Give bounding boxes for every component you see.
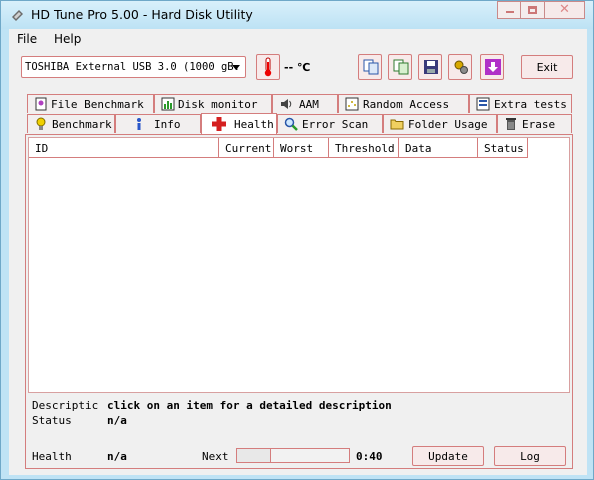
copy-all-icon [393, 59, 409, 75]
column-header-current[interactable]: Current [219, 138, 274, 158]
extra-tests-icon [476, 97, 490, 111]
tab-folder-usage[interactable]: Folder Usage [383, 114, 497, 133]
column-header-worst[interactable]: Worst [274, 138, 329, 158]
next-label: Next [202, 450, 229, 463]
tab-file-benchmark[interactable]: File Benchmark [27, 94, 154, 113]
copy-icon [363, 59, 379, 75]
app-window: HD Tune Pro 5.00 - Hard Disk Utility ✕ F… [0, 0, 594, 480]
download-button[interactable] [480, 54, 504, 80]
trash-icon [506, 118, 516, 130]
options-icon [454, 60, 468, 74]
status-label: Status [32, 414, 72, 427]
tab-label: Benchmark [52, 118, 112, 131]
log-button[interactable]: Log [494, 446, 566, 466]
drive-select-value: TOSHIBA External USB 3.0 (1000 gB. [25, 61, 240, 73]
update-button[interactable]: Update [412, 446, 484, 466]
smart-table[interactable]: ID Current Worst Threshold Data Status [28, 137, 570, 393]
tab-disk-monitor[interactable]: Disk monitor [154, 94, 272, 113]
tab-aam[interactable]: AAM [272, 94, 338, 113]
bulb-icon [36, 117, 46, 130]
maximize-button[interactable] [521, 1, 545, 19]
tab-label: AAM [299, 98, 319, 111]
tab-random-access[interactable]: Random Access [338, 94, 469, 113]
column-header-threshold[interactable]: Threshold [329, 138, 399, 158]
tab-benchmark[interactable]: Benchmark [27, 114, 115, 133]
tab-label: Info [154, 118, 181, 131]
column-header-id[interactable]: ID [29, 138, 219, 158]
tab-label: Folder Usage [408, 118, 488, 131]
tab-row-1: File Benchmark Disk monitor AAM Random A… [27, 94, 575, 113]
tab-extra-tests[interactable]: Extra tests [469, 94, 572, 113]
info-icon [137, 118, 141, 130]
countdown-timer: 0:40 [356, 450, 383, 463]
health-label: Health [32, 450, 72, 463]
exit-button[interactable]: Exit [521, 55, 573, 79]
description-label: Descriptic [32, 399, 99, 412]
menu-bar: File Help [9, 29, 587, 49]
column-header-data[interactable]: Data [399, 138, 478, 158]
next-update-progress-fill [237, 449, 271, 462]
minimize-icon [506, 11, 514, 13]
hdtune-app-icon [12, 10, 23, 21]
file-benchmark-icon [35, 97, 47, 111]
tab-label: Random Access [363, 98, 450, 111]
menu-file[interactable]: File [17, 32, 37, 46]
temperature-button[interactable] [256, 54, 280, 80]
description-text: click on an item for a detailed descript… [107, 399, 392, 412]
exit-button-label: Exit [536, 61, 558, 74]
download-icon [485, 59, 501, 75]
chevron-down-icon [232, 65, 240, 70]
temperature-readout: -- ℃ [284, 61, 311, 74]
tab-row-2: Benchmark Info Health Error Scan Folder … [27, 113, 575, 134]
folder-icon [390, 119, 404, 130]
magnifier-icon [284, 117, 298, 131]
tab-label: Erase [522, 118, 556, 131]
tab-label: Error Scan [302, 118, 369, 131]
copy-button[interactable] [358, 54, 382, 80]
thermometer-icon [264, 57, 272, 77]
minimize-button[interactable] [497, 1, 521, 19]
maximize-icon [528, 6, 537, 14]
next-update-progress [236, 448, 350, 463]
drive-select[interactable]: TOSHIBA External USB 3.0 (1000 gB. [21, 56, 246, 78]
close-icon: ✕ [559, 2, 570, 17]
copy-all-button[interactable] [388, 54, 412, 80]
tab-label: Extra tests [494, 98, 567, 111]
client-area: File Help TOSHIBA External USB 3.0 (1000… [9, 29, 587, 475]
tab-label: Health [234, 118, 274, 131]
tab-info[interactable]: Info [115, 114, 201, 133]
random-access-icon [345, 97, 359, 111]
health-cross-icon [212, 117, 226, 131]
tab-label: Disk monitor [178, 98, 258, 111]
title-bar: HD Tune Pro 5.00 - Hard Disk Utility ✕ [1, 1, 593, 29]
tab-label: File Benchmark [51, 98, 144, 111]
tab-erase[interactable]: Erase [497, 114, 572, 133]
options-button[interactable] [448, 54, 472, 80]
speaker-icon [281, 99, 292, 109]
window-controls: ✕ [497, 1, 585, 19]
disk-monitor-icon [161, 97, 175, 111]
menu-help[interactable]: Help [54, 32, 81, 46]
table-header: ID Current Worst Threshold Data Status [29, 138, 569, 158]
save-button[interactable] [418, 54, 442, 80]
tab-error-scan[interactable]: Error Scan [277, 114, 383, 133]
health-panel: ID Current Worst Threshold Data Status D… [25, 134, 573, 469]
save-icon [424, 60, 438, 74]
health-value: n/a [107, 450, 127, 463]
tab-health[interactable]: Health [201, 113, 277, 134]
window-title: HD Tune Pro 5.00 - Hard Disk Utility [31, 7, 253, 22]
column-header-status[interactable]: Status [478, 138, 528, 158]
close-button[interactable]: ✕ [545, 1, 585, 19]
status-value: n/a [107, 414, 127, 427]
